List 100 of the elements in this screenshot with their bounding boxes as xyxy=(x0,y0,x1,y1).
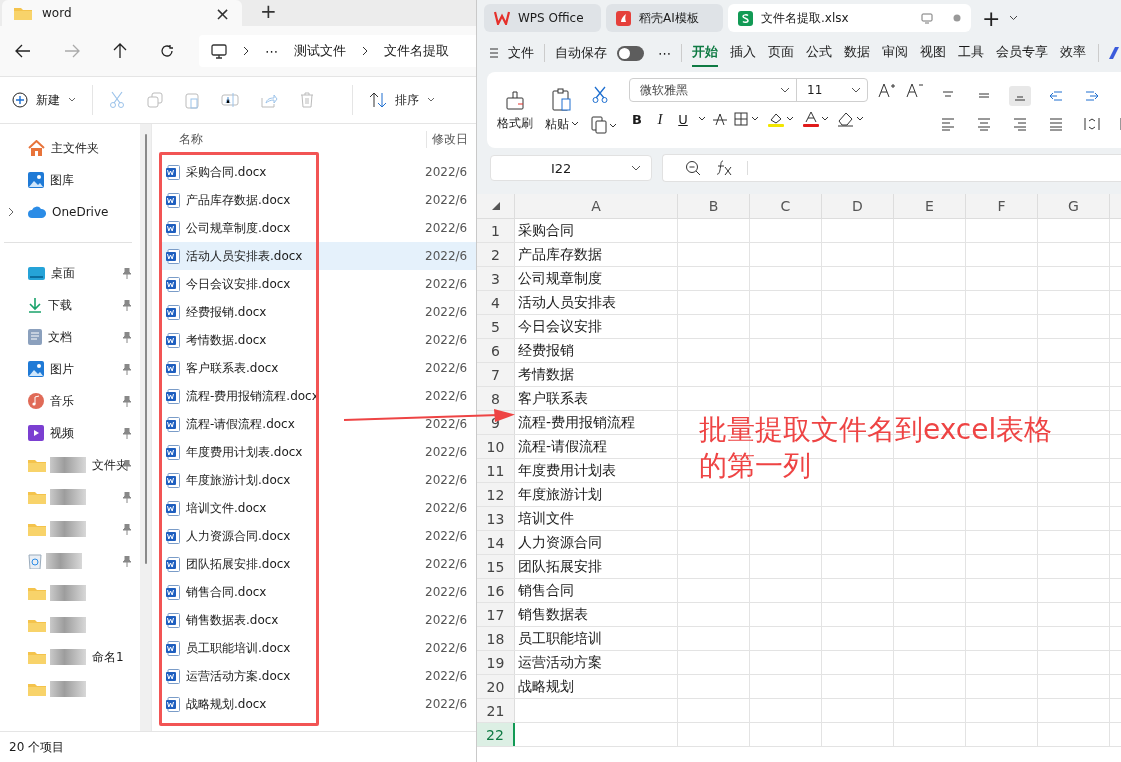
sidebar-item[interactable]: OneDrive xyxy=(0,196,140,228)
document-tab[interactable]: 稻壳AI模板 xyxy=(606,4,723,32)
file-name[interactable]: 流程-请假流程.docx xyxy=(162,415,425,433)
column-header[interactable]: D xyxy=(822,194,894,219)
new-tab-button[interactable]: + xyxy=(982,5,1001,31)
document-tab[interactable]: 文件名提取.xlsx xyxy=(728,4,971,32)
ribbon-tab[interactable]: 审阅 xyxy=(882,39,908,67)
file-name[interactable]: 年度费用计划表.docx xyxy=(162,443,425,461)
window-tab[interactable]: word × xyxy=(2,0,242,26)
file-name[interactable]: 员工职能培训.docx xyxy=(162,639,425,657)
row-number[interactable]: 21 xyxy=(477,699,515,722)
row-number[interactable]: 3 xyxy=(477,267,515,290)
row-number[interactable]: 20 xyxy=(477,675,515,698)
file-name[interactable]: 运营活动方案.docx xyxy=(162,667,425,685)
file-name[interactable]: 销售合同.docx xyxy=(162,583,425,601)
sidebar-item[interactable]: 桌面 xyxy=(0,257,140,289)
path-segment[interactable]: 测试文件 xyxy=(294,42,346,60)
row-number[interactable]: 11 xyxy=(477,459,515,482)
ribbon-tab[interactable]: 开始 xyxy=(692,39,718,67)
file-menu[interactable]: 文件 xyxy=(490,44,534,62)
more-button[interactable]: ⋯ xyxy=(265,43,278,59)
sidebar-item[interactable]: 主文件夹 xyxy=(0,132,140,164)
row-number[interactable]: 18 xyxy=(477,627,515,650)
row-number[interactable]: 13 xyxy=(477,507,515,530)
row-number[interactable]: 8 xyxy=(477,387,515,410)
annotation-text: 批量提取文件名到excel表格的第一列 xyxy=(699,412,1054,485)
ribbon-tab[interactable]: 插入 xyxy=(730,39,756,67)
row-number[interactable]: 6 xyxy=(477,339,515,362)
name-box[interactable]: I22 xyxy=(490,155,652,181)
row-number[interactable]: 12 xyxy=(477,483,515,506)
column-header[interactable]: 修改日 xyxy=(426,130,468,148)
path-segment[interactable]: 文件名提取 xyxy=(384,42,449,60)
address-bar[interactable]: ⋯ 测试文件 文件名提取 xyxy=(199,35,476,67)
row-number[interactable]: 14 xyxy=(477,531,515,554)
row-number[interactable]: 7 xyxy=(477,363,515,386)
document-tab[interactable]: WPS Office xyxy=(484,4,601,32)
file-name[interactable]: 销售数据表.docx xyxy=(162,611,425,629)
row-number[interactable]: 5 xyxy=(477,315,515,338)
file-name[interactable]: 产品库存数据.docx xyxy=(162,191,425,209)
row-number[interactable]: 16 xyxy=(477,579,515,602)
ribbon-tab[interactable]: 页面 xyxy=(768,39,794,67)
new-tab-button[interactable]: + xyxy=(260,0,277,23)
new-button[interactable]: 新建 xyxy=(12,91,76,109)
row-number[interactable]: 17 xyxy=(477,603,515,626)
ribbon-tab[interactable]: 视图 xyxy=(920,39,946,67)
format-painter-button[interactable]: 格式刷 xyxy=(497,88,533,132)
file-name[interactable]: 团队拓展安排.docx xyxy=(162,555,425,573)
sidebar-item[interactable]: 文档 xyxy=(0,321,140,353)
row-number[interactable]: 15 xyxy=(477,555,515,578)
column-header[interactable]: E xyxy=(894,194,966,219)
row-number[interactable]: 22 xyxy=(477,723,515,746)
file-name[interactable]: 活动人员安排表.docx xyxy=(162,247,425,265)
row-number[interactable]: 19 xyxy=(477,651,515,674)
table-cell: 流程-费用报销流程 xyxy=(515,411,678,434)
column-header[interactable]: B xyxy=(678,194,750,219)
sidebar-item[interactable]: 下载 xyxy=(0,289,140,321)
ribbon-tab[interactable]: 公式 xyxy=(806,39,832,67)
file-name[interactable]: 年度旅游计划.docx xyxy=(162,471,425,489)
ribbon-tab[interactable]: 效率 xyxy=(1060,39,1086,67)
date-cell: 2022/6 xyxy=(425,697,468,711)
file-name[interactable]: 公司规章制度.docx xyxy=(162,219,425,237)
column-header[interactable]: C xyxy=(750,194,822,219)
file-name[interactable]: 今日会议安排.docx xyxy=(162,275,425,293)
sort-button[interactable]: 排序 xyxy=(369,91,435,109)
row-number[interactable]: 4 xyxy=(477,291,515,314)
file-name[interactable]: 培训文件.docx xyxy=(162,499,425,517)
column-header[interactable]: 名称 xyxy=(179,130,426,148)
italic-button[interactable]: I xyxy=(652,110,668,128)
close-button[interactable]: × xyxy=(214,2,230,24)
file-name[interactable]: 考情数据.docx xyxy=(162,331,425,349)
row-number[interactable]: 10 xyxy=(477,435,515,458)
paste-button[interactable]: 粘贴 xyxy=(545,87,579,133)
sidebar-label: 命名1 xyxy=(92,648,124,666)
date-cell: 2022/6 xyxy=(425,641,468,655)
ribbon-tab[interactable]: 数据 xyxy=(844,39,870,67)
date-cell: 2022/6 xyxy=(425,361,468,375)
underline-button[interactable]: U xyxy=(675,111,691,127)
item-count: 20 个项目 xyxy=(9,738,65,756)
more-button[interactable]: ⋯ xyxy=(658,45,671,61)
ribbon-tab[interactable]: 会员专享 xyxy=(996,39,1048,67)
sidebar-item[interactable]: 图库 xyxy=(0,164,140,196)
file-name[interactable]: 客户联系表.docx xyxy=(162,359,425,377)
file-name[interactable]: 经费报销.docx xyxy=(162,303,425,321)
sidebar-label: 桌面 xyxy=(51,264,75,282)
file-name[interactable]: 人力资源合同.docx xyxy=(162,527,425,545)
row-number[interactable]: 2 xyxy=(477,243,515,266)
sidebar-item[interactable]: 图片 xyxy=(0,353,140,385)
column-header[interactable]: G xyxy=(1038,194,1110,219)
file-name[interactable]: 采购合同.docx xyxy=(162,163,425,181)
sidebar-item[interactable]: 音乐 xyxy=(0,385,140,417)
row-number[interactable]: 1 xyxy=(477,219,515,242)
table-cell: 人力资源合同 xyxy=(515,531,678,554)
bold-button[interactable]: B xyxy=(629,111,645,127)
ribbon-tab[interactable]: 工具 xyxy=(958,39,984,67)
sidebar-item[interactable]: 视频 xyxy=(0,417,140,449)
sidebar-label: 视频 xyxy=(50,424,74,442)
file-name[interactable]: 战略规划.docx xyxy=(162,695,425,713)
sidebar-item[interactable]: 文件夹 xyxy=(0,449,140,481)
sidebar-item[interactable]: 命名1 xyxy=(0,641,140,673)
column-header[interactable]: F xyxy=(966,194,1038,219)
